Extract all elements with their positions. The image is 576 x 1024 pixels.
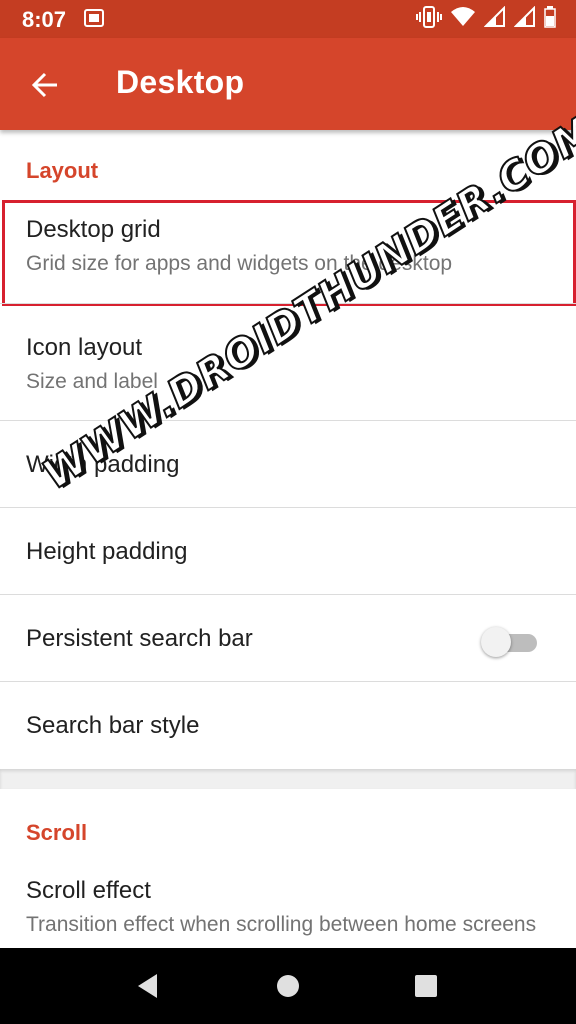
page-title: Desktop (116, 64, 245, 100)
pref-height-padding[interactable]: Height padding (0, 508, 576, 594)
recents-icon (415, 975, 437, 997)
nav-back-button[interactable] (128, 966, 168, 1006)
pref-summary: Size and label (26, 370, 158, 393)
home-icon (277, 975, 299, 997)
wifi-icon (450, 6, 476, 33)
status-bar: 8:07 (0, 0, 576, 38)
nav-recents-button[interactable] (406, 966, 446, 1006)
pref-title: Icon layout (26, 334, 143, 361)
switch-thumb (481, 627, 511, 657)
pref-search-bar-style[interactable]: Search bar style (0, 682, 576, 768)
navigation-bar (0, 948, 576, 1024)
pref-title: Persistent search bar (26, 625, 253, 652)
section-header-scroll: Scroll (26, 820, 88, 845)
pref-title: Height padding (26, 538, 188, 565)
battery-icon (544, 5, 556, 33)
screenshot-icon (84, 8, 104, 28)
arrow-back-icon (31, 72, 57, 98)
app-bar: Desktop (0, 38, 576, 130)
persistent-search-bar-switch[interactable] (481, 627, 541, 657)
status-time: 8:07 (22, 7, 67, 32)
section-separator (0, 769, 576, 789)
back-icon (138, 974, 157, 998)
signal-icon (483, 5, 506, 33)
section-header-layout: Layout (26, 158, 99, 183)
pref-summary: Transition effect when scrolling between… (26, 913, 537, 936)
nav-home-button[interactable] (268, 966, 308, 1006)
pref-title: Scroll effect (26, 877, 151, 904)
pref-title: Search bar style (26, 712, 200, 739)
vibrate-icon (416, 5, 442, 33)
pref-scroll-effect[interactable]: Scroll effect Transition effect when scr… (0, 865, 576, 948)
signal-icon (513, 5, 536, 33)
back-button[interactable] (24, 64, 66, 106)
settings-list[interactable]: Layout Desktop grid Grid size for apps a… (0, 130, 576, 948)
